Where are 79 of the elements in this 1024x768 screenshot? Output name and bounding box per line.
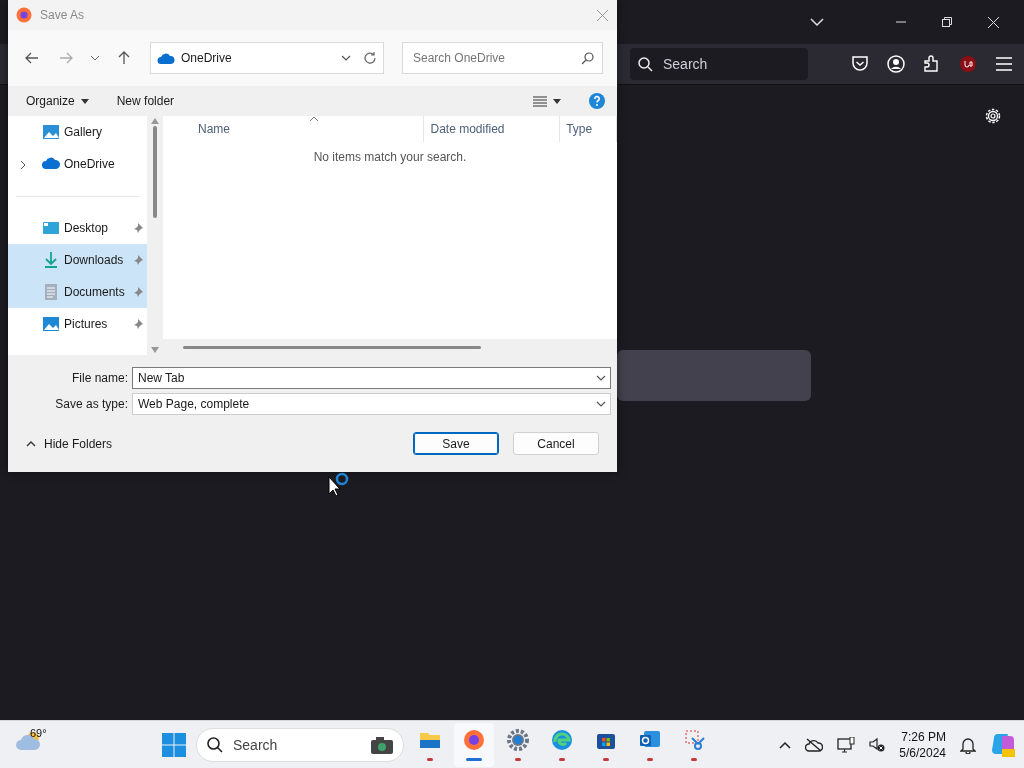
menu-icon[interactable] [996, 57, 1012, 71]
new-folder-button[interactable]: New folder [116, 94, 175, 108]
gallery-icon [42, 123, 60, 141]
caret-icon [80, 98, 89, 104]
cloud-icon [157, 51, 175, 65]
temperature: 69° [30, 726, 47, 739]
help-icon[interactable] [589, 93, 605, 109]
chevron-up-icon[interactable] [779, 740, 792, 749]
restore-icon[interactable] [942, 17, 952, 27]
gear-icon [506, 728, 530, 752]
pin-icon [133, 319, 143, 329]
column-header[interactable]: Type [560, 116, 617, 142]
browser-icon [462, 728, 486, 752]
search-field[interactable]: Search OneDrive [402, 42, 603, 74]
column-header[interactable]: Date modified [424, 116, 561, 142]
picture-icon [42, 315, 60, 333]
taskbar-app[interactable] [454, 722, 494, 767]
chevron-down-icon [596, 375, 606, 381]
close-icon[interactable] [987, 16, 999, 28]
pin-icon [133, 223, 143, 233]
search-icon [207, 736, 223, 753]
close-icon [596, 9, 608, 21]
search-field[interactable]: Search [661, 55, 785, 73]
address-bar[interactable]: OneDrive [150, 42, 384, 74]
pin-icon [133, 255, 143, 265]
bell-icon[interactable] [960, 735, 976, 754]
cloud-off-icon[interactable] [805, 737, 824, 752]
chevron-down-icon [596, 401, 606, 407]
search-field[interactable]: Search [196, 727, 404, 762]
search-field[interactable]: Search [231, 735, 361, 754]
arrow-up-icon [118, 51, 130, 65]
refresh-icon[interactable] [363, 51, 377, 65]
download-icon [42, 251, 60, 269]
sidebar-item[interactable]: OneDrive [8, 148, 147, 180]
settings-icon[interactable] [984, 107, 1002, 125]
caret-icon [553, 98, 561, 104]
pin-icon [133, 287, 143, 297]
search-icon [638, 56, 653, 72]
network-icon[interactable] [837, 736, 856, 753]
puzzle-icon[interactable] [923, 55, 941, 73]
cancel-button[interactable]: Cancel [513, 432, 599, 455]
search-field[interactable]: Search OneDrive [411, 50, 581, 66]
chevron-down-icon [90, 55, 100, 61]
browser-icon [550, 728, 574, 752]
empty-message: No items match your search. [313, 150, 467, 164]
search-field[interactable] [617, 350, 811, 401]
view-menu-button[interactable] [533, 95, 561, 107]
window-title: Save As [40, 8, 86, 22]
windows-icon [162, 732, 186, 757]
browser-icon [16, 7, 32, 23]
scissors-icon [682, 728, 706, 752]
chevron-down-icon [341, 55, 351, 61]
document-icon [42, 283, 60, 301]
hide-folders-button[interactable]: Hide Folders [20, 435, 119, 452]
file-type-dropdown[interactable]: Web Page, complete [132, 393, 611, 415]
camera-icon [369, 734, 395, 755]
chevron-down-icon[interactable] [810, 18, 824, 26]
organize-button[interactable]: Organize [26, 94, 89, 108]
desktop-icon [42, 219, 60, 237]
field-label: Save as type: [55, 397, 128, 411]
column-header[interactable]: Name [163, 116, 425, 142]
chevron-up-icon [26, 440, 36, 447]
save-button[interactable]: Save [413, 432, 499, 455]
clock[interactable]: 7:26 PM 5/6/2024 [899, 728, 946, 761]
chevron-right-icon[interactable] [20, 160, 26, 170]
list-view-icon [533, 95, 547, 107]
sidebar-item[interactable]: Documents [8, 276, 147, 308]
field-label: File name: [71, 371, 128, 385]
file-name-field[interactable]: New Tab [132, 367, 611, 389]
account-icon[interactable] [887, 55, 905, 73]
arrow-left-icon [25, 52, 39, 64]
search-icon [581, 51, 594, 65]
speaker-muted-icon[interactable] [869, 736, 886, 753]
sidebar-item[interactable]: Pictures [8, 308, 147, 340]
sidebar-item[interactable]: Downloads [8, 244, 147, 276]
sidebar-item[interactable]: Desktop [8, 212, 147, 244]
arrow-right-icon [59, 52, 73, 64]
sidebar-item[interactable]: Gallery [8, 116, 147, 148]
search-field[interactable]: Search [630, 48, 808, 80]
